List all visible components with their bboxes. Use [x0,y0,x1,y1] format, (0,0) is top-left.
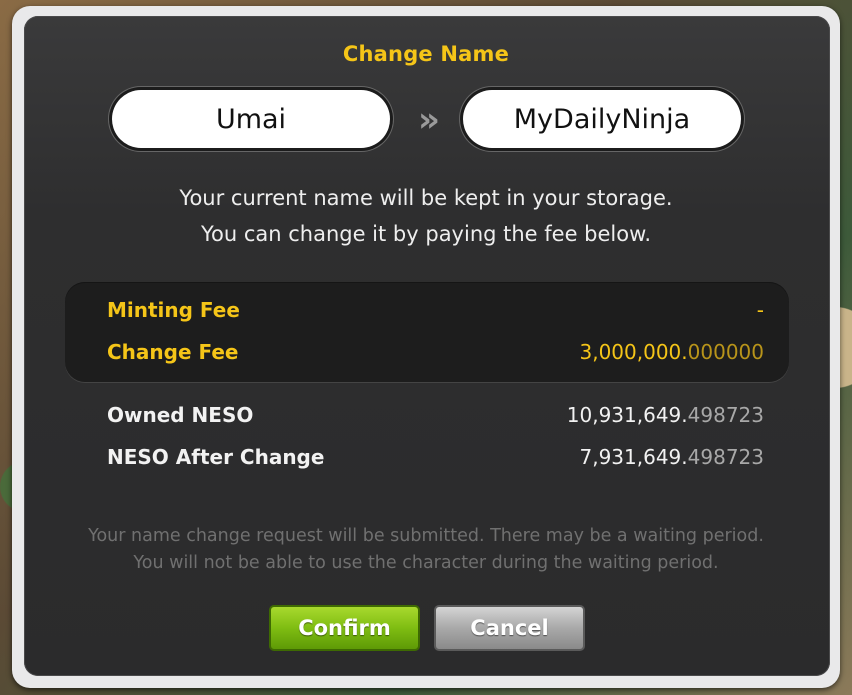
neso-after-int: 7,931,649. [579,445,688,469]
neso-after-dec: 498723 [687,445,764,469]
owned-neso-dec: 498723 [687,403,764,427]
neso-after-change-label: NESO After Change [107,445,325,469]
dialog-title: Change Name [342,42,510,66]
cancel-button[interactable]: Cancel [434,605,585,651]
change-fee-int: 3,000,000. [579,340,688,364]
owned-neso-value: 10,931,649.498723 [567,403,764,427]
change-fee-value: 3,000,000.000000 [579,340,764,364]
double-chevron-right-icon: » [418,100,440,140]
confirm-button[interactable]: Confirm [269,605,420,651]
minting-fee-value: - [756,298,764,322]
current-name-field: Umai [112,90,390,148]
notice-line2: You will not be able to use the characte… [133,553,719,573]
new-name-field[interactable]: MyDailyNinja [463,90,741,148]
change-fee-dec: 000000 [687,340,764,364]
minting-fee-label: Minting Fee [107,298,240,322]
info-text-line1: Your current name will be kept in your s… [179,186,673,210]
owned-neso-label: Owned NESO [107,403,254,427]
owned-neso-int: 10,931,649. [566,403,688,427]
neso-after-change-value: 7,931,649.498723 [579,445,764,469]
notice-line1: Your name change request will be submitt… [88,526,764,546]
info-text-line2: You can change it by paying the fee belo… [200,222,652,246]
change-fee-label: Change Fee [107,340,239,364]
fee-panel [65,282,789,382]
